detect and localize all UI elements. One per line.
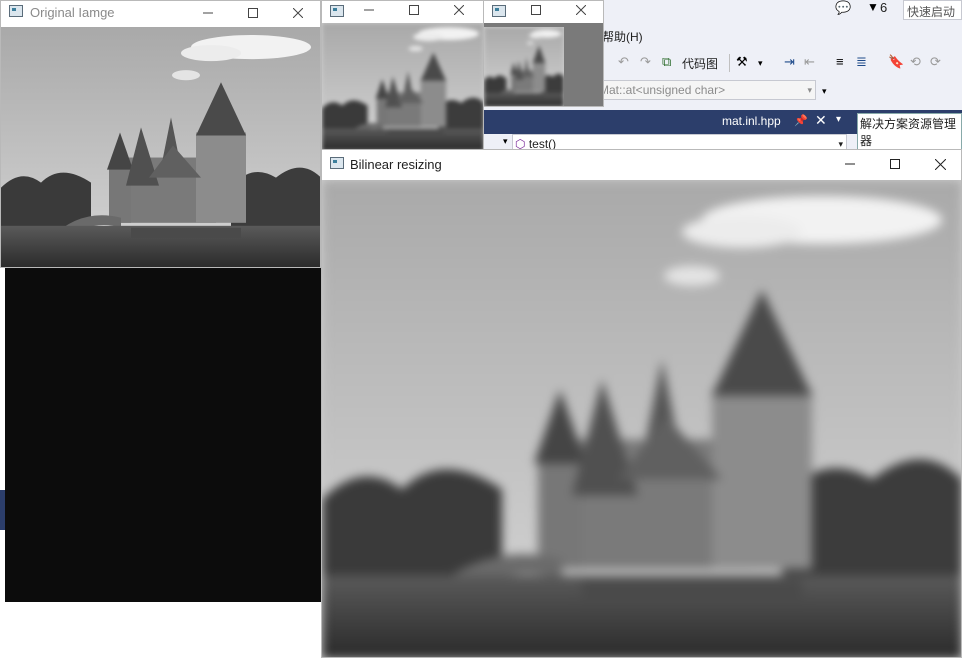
original-image [1,27,320,267]
debug-tool-icon[interactable]: ⚒ [736,54,748,70]
ide-toolbar: ↶ ↷ ⧉ 代码图 ⚒ ▾ ⇥ ⇤ ≡ ≣ 🔖 ⟲ ⟳ [604,52,962,74]
bilinear-resized-image [322,180,961,657]
titlebar[interactable]: Bilinear resizing [322,150,961,180]
prev-bookmark-icon[interactable]: ⟲ [910,54,921,70]
close-button[interactable] [275,1,320,27]
outdent-icon[interactable]: ⇤ [804,54,815,70]
console-window [5,268,321,602]
bookmark-icon[interactable]: 🔖 [888,54,904,70]
minimize-icon [364,9,374,11]
toolbar-divider [729,54,730,72]
member-combo[interactable]: Mat::at<unsigned char> ▾ [596,80,816,100]
close-icon [934,159,946,170]
close-icon [293,8,303,18]
app-icon [492,5,506,17]
close-button[interactable] [917,150,961,178]
tab-mat-inl-hpp[interactable]: mat.inl.hpp [722,114,781,128]
maximize-icon [890,159,900,169]
indent-icon[interactable]: ⇥ [784,54,795,70]
notification-count: 6 [880,0,888,15]
resized-image-2-content [484,27,564,106]
quick-launch-input[interactable]: 快速启动 [903,0,962,20]
tab-dropdown-icon[interactable]: ▾ [836,114,841,125]
code-map-button[interactable]: 代码图 [682,55,718,72]
redo-icon[interactable]: ↷ [640,54,651,70]
pin-icon[interactable]: 📌 [794,114,808,127]
window-small-resize-2[interactable] [483,0,604,107]
minimize-button[interactable] [346,1,392,24]
undo-icon[interactable]: ↶ [618,54,629,70]
minimize-icon [203,12,213,14]
left-edge-strip [0,490,5,530]
maximize-button[interactable] [391,1,437,24]
window-title: Bilinear resizing [350,157,442,172]
maximize-icon [409,5,419,15]
uncomment-icon[interactable]: ≣ [856,54,867,70]
resized-image-1 [322,23,483,149]
titlebar[interactable]: Original Iamge [1,1,320,27]
next-bookmark-icon[interactable]: ⟳ [930,54,941,70]
maximize-button[interactable] [230,1,276,27]
overflow-icon[interactable]: ▾ [822,86,827,97]
scope-combo-arrow-icon[interactable]: ▾ [503,136,508,147]
app-icon [330,5,344,17]
maximize-button[interactable] [513,1,559,24]
window-original-image[interactable]: Original Iamge [0,0,321,268]
app-icon [330,157,344,169]
maximize-icon [248,8,258,18]
minimize-button[interactable] [827,150,873,178]
titlebar[interactable] [484,1,603,23]
close-icon [454,5,464,15]
menu-help[interactable]: 帮助(H) [602,28,643,45]
notification-flag-icon[interactable]: ▼ [867,0,879,14]
solution-explorer-title[interactable]: 解决方案资源管理器 [857,113,962,151]
editor-tab-bar: mat.inl.hpp 📌 ✕ ▾ [483,110,855,134]
maximize-icon [531,5,541,15]
solution-explorer-header: 解决方案资源管理器 [853,110,962,151]
maximize-button[interactable] [872,150,918,178]
comment-icon[interactable]: ≡ [836,54,844,69]
chevron-down-icon: ▾ [807,85,812,95]
close-button[interactable] [558,1,603,24]
close-tab-icon[interactable]: ✕ [815,112,827,129]
minimize-button[interactable] [185,1,231,27]
toolbar-dropdown-icon[interactable]: ▾ [758,58,763,69]
close-icon [576,5,586,15]
close-button[interactable] [436,1,482,24]
window-bilinear-resizing[interactable]: Bilinear resizing [321,149,962,658]
window-title: Original Iamge [30,5,115,20]
resized-image-2 [484,23,603,106]
feedback-icon[interactable]: 💬 [835,0,851,16]
code-map-icon[interactable]: ⧉ [662,54,671,70]
app-icon [9,5,23,17]
window-small-resize-1[interactable] [321,0,484,150]
minimize-icon [845,163,855,165]
titlebar[interactable] [322,1,483,23]
